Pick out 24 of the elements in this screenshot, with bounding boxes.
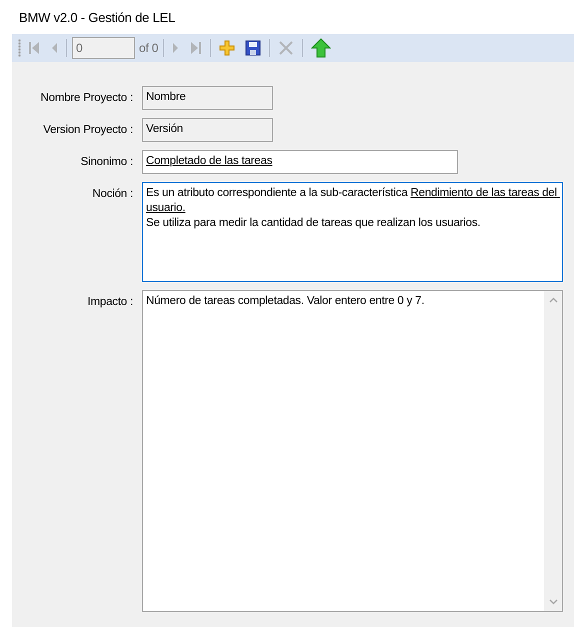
up-arrow-icon bbox=[311, 38, 332, 58]
save-icon bbox=[245, 40, 262, 56]
scrollbar[interactable] bbox=[544, 291, 562, 611]
window-title: BMW v2.0 - Gestión de LEL bbox=[19, 9, 176, 27]
text-field[interactable]: Completado de las tareas bbox=[142, 150, 458, 174]
delete-icon bbox=[278, 40, 294, 56]
first-icon bbox=[28, 40, 40, 56]
last-icon bbox=[190, 40, 202, 56]
next-icon bbox=[172, 40, 180, 56]
scroll-down-icon bbox=[548, 599, 558, 605]
field-label: Noción : bbox=[92, 188, 133, 200]
field-label: Impacto : bbox=[88, 296, 133, 308]
position-field[interactable]: 0 bbox=[72, 37, 135, 59]
text-field[interactable]: Es un atributo correspondiente a la sub-característica Rendimiento de las tareas del usuario. Se utiliza para medir la cantidad de tareas que realizan los usuarios. bbox=[142, 182, 563, 282]
grip-icon bbox=[18, 39, 21, 57]
plus-icon bbox=[219, 40, 236, 56]
text-field[interactable]: Número de tareas completadas. Valor entero entre 0 y 7. bbox=[142, 290, 563, 612]
field-label: Sinonimo : bbox=[80, 156, 133, 168]
field-label: Nombre Proyecto : bbox=[40, 92, 133, 104]
text-field[interactable]: Nombre bbox=[142, 86, 273, 110]
text-field[interactable]: Versión bbox=[142, 118, 273, 142]
field-label: Version Proyecto : bbox=[43, 124, 133, 136]
record-count: of 0 bbox=[139, 40, 158, 57]
scroll-up-icon bbox=[548, 297, 558, 303]
